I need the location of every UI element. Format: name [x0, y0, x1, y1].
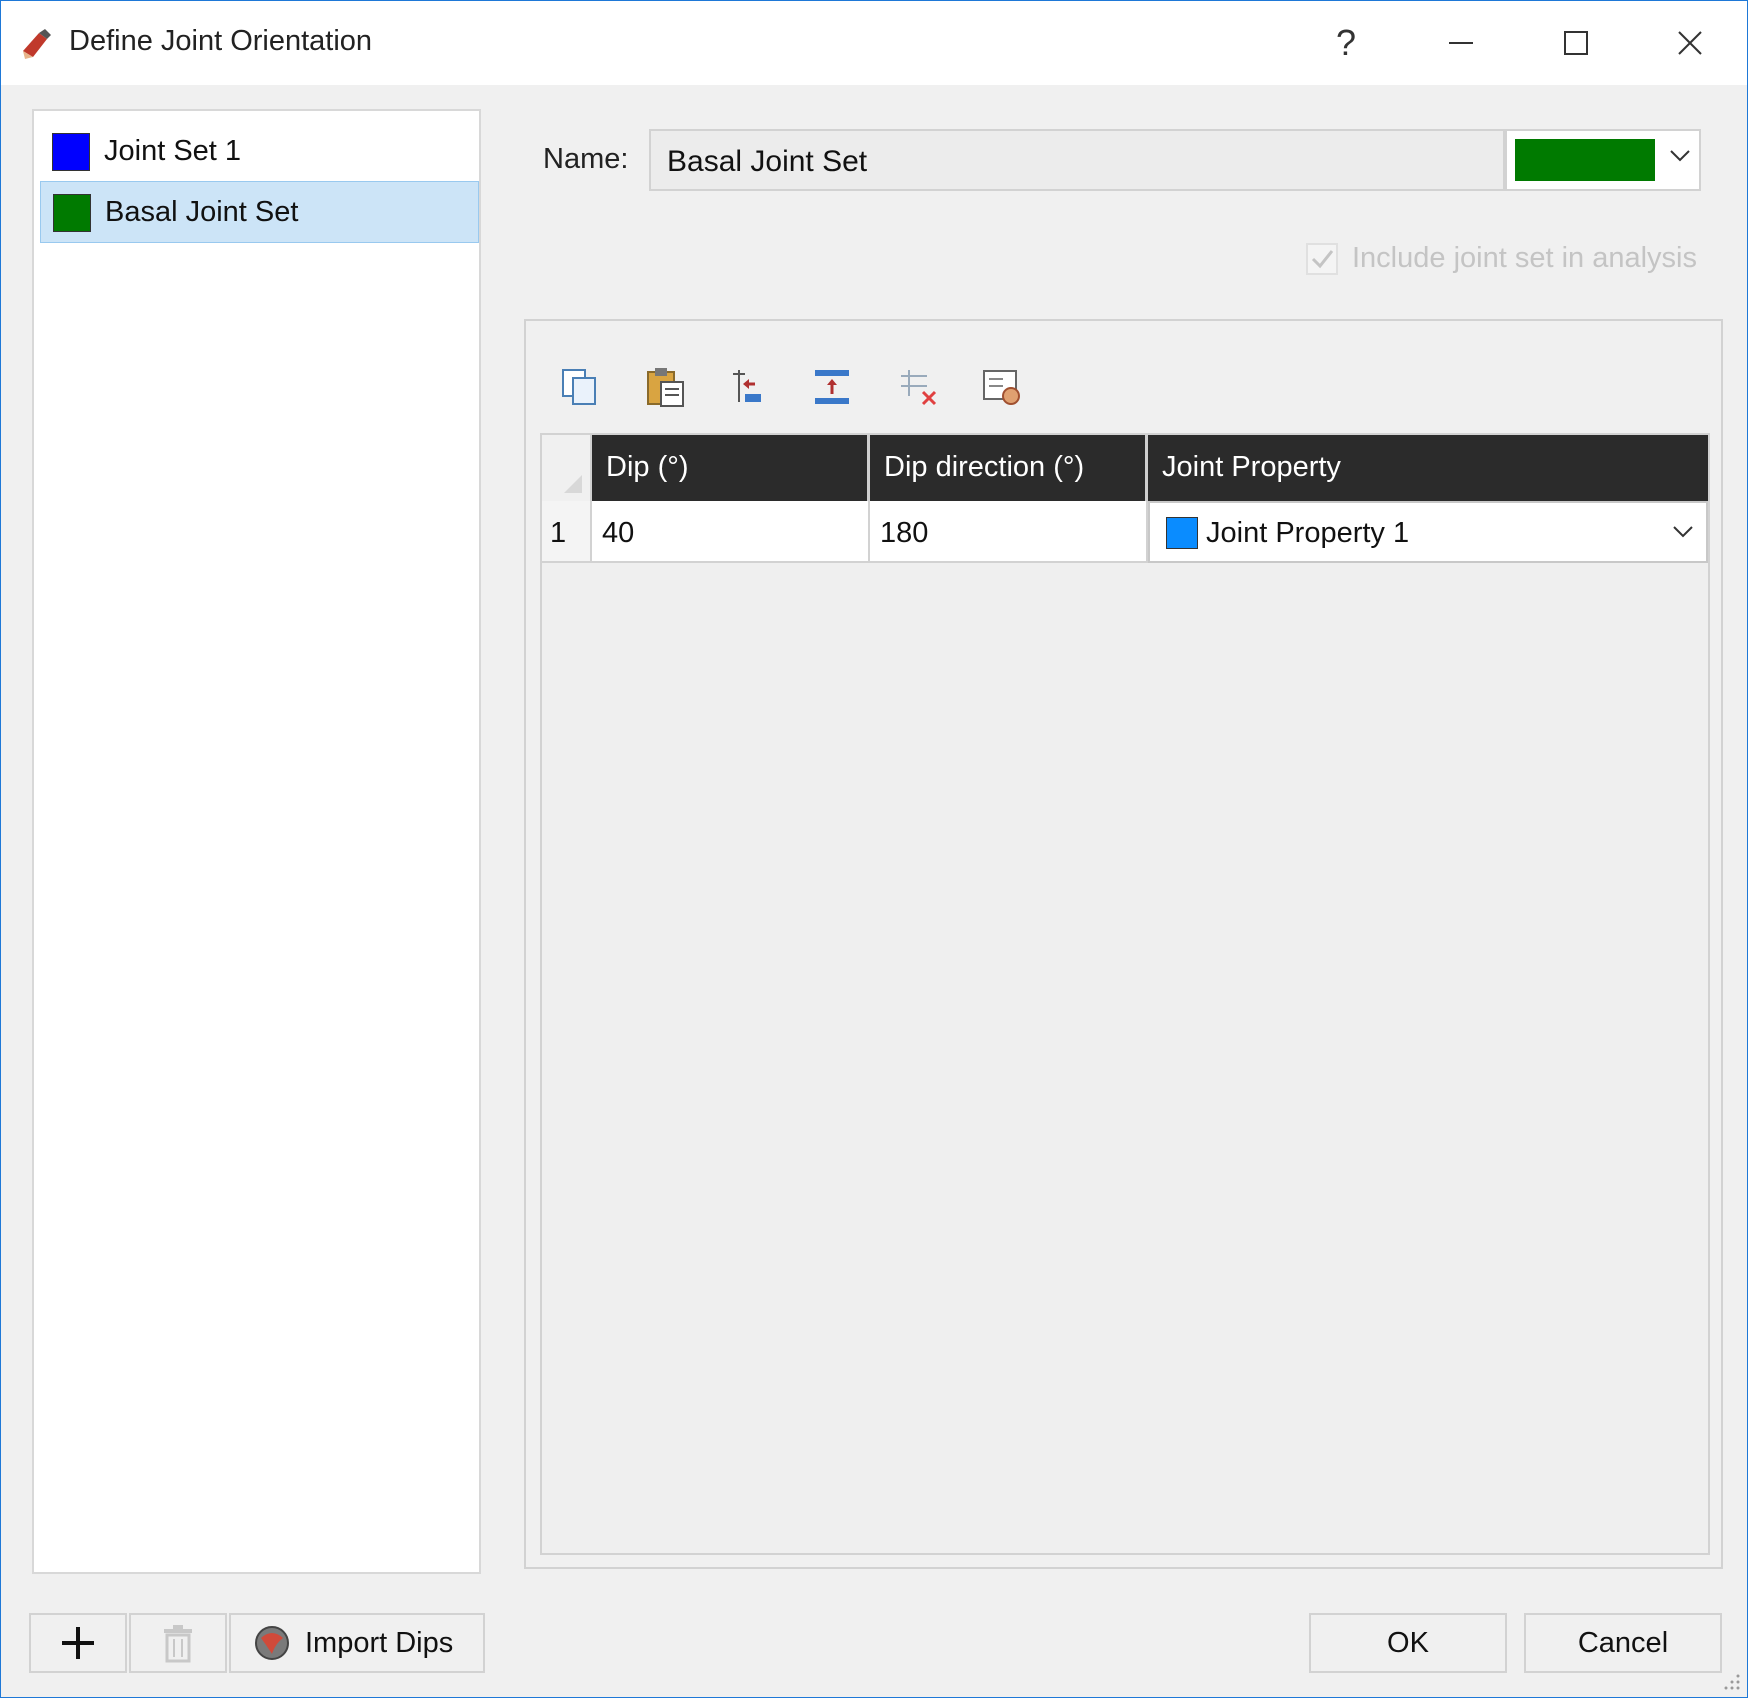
delete-rows-button[interactable] — [894, 363, 942, 411]
dip-cell[interactable]: 40 — [592, 501, 870, 563]
maximize-icon — [1564, 31, 1588, 55]
dip-direction-cell[interactable]: 180 — [870, 501, 1148, 563]
select-all-icon — [564, 475, 582, 493]
include-checkbox[interactable] — [1306, 243, 1338, 275]
properties-button[interactable] — [978, 363, 1026, 411]
joint-set-label: Basal Joint Set — [105, 196, 299, 228]
dips-globe-icon — [255, 1626, 289, 1660]
cancel-button[interactable]: Cancel — [1524, 1613, 1722, 1673]
import-dips-label: Import Dips — [305, 1626, 454, 1659]
title-bar: Define Joint Orientation ? — [1, 1, 1747, 85]
delete-rows-icon — [901, 370, 937, 406]
table-corner[interactable] — [542, 435, 592, 501]
maximize-button[interactable] — [1519, 1, 1633, 85]
paste-button[interactable] — [642, 363, 690, 411]
resize-grip-icon[interactable] — [1723, 1673, 1741, 1691]
import-rows-button[interactable] — [722, 363, 770, 411]
properties-icon — [983, 370, 1020, 405]
column-header-dip-direction[interactable]: Dip direction (°) — [870, 435, 1148, 501]
plus-icon — [62, 1627, 94, 1659]
joint-set-item-selected[interactable]: Basal Joint Set — [40, 181, 479, 243]
color-dropdown[interactable] — [1505, 129, 1701, 191]
include-checkbox-label: Include joint set in analysis — [1352, 242, 1697, 274]
minimize-icon — [1449, 42, 1473, 44]
joint-property-label: Joint Property 1 — [1206, 517, 1410, 549]
trash-icon — [164, 1625, 192, 1663]
joint-set-list[interactable]: Joint Set 1 Basal Joint Set — [32, 109, 481, 1574]
add-joint-set-button[interactable] — [29, 1613, 127, 1673]
chevron-down-icon — [1673, 526, 1693, 538]
close-icon — [1678, 31, 1702, 55]
column-header-dip[interactable]: Dip (°) — [592, 435, 870, 501]
ok-button[interactable]: OK — [1309, 1613, 1507, 1673]
close-button[interactable] — [1633, 1, 1747, 85]
selected-color-swatch — [1515, 139, 1655, 181]
delete-joint-set-button[interactable] — [129, 1613, 227, 1673]
name-label: Name: — [543, 143, 629, 175]
help-button[interactable]: ? — [1289, 1, 1403, 85]
insert-row-button[interactable] — [808, 363, 856, 411]
import-rows-icon — [733, 370, 761, 402]
app-icon — [23, 29, 51, 59]
paste-icon — [647, 368, 684, 407]
chevron-down-icon — [1670, 150, 1690, 162]
joint-property-swatch — [1166, 517, 1198, 549]
color-swatch — [52, 133, 90, 171]
column-header-joint-property[interactable]: Joint Property — [1148, 435, 1708, 501]
orientation-table[interactable]: Dip (°) Dip direction (°) Joint Property… — [540, 433, 1710, 1555]
dialog-window: Define Joint Orientation ? Joint Set 1 B… — [0, 0, 1748, 1698]
orientation-group: Dip (°) Dip direction (°) Joint Property… — [524, 319, 1723, 1569]
color-swatch — [53, 194, 91, 232]
joint-property-dropdown[interactable]: Joint Property 1 — [1148, 501, 1708, 563]
joint-set-label: Joint Set 1 — [104, 135, 242, 167]
joint-set-item[interactable]: Joint Set 1 — [40, 121, 479, 183]
checkmark-icon — [1311, 250, 1334, 269]
window-title: Define Joint Orientation — [69, 25, 373, 57]
copy-button[interactable] — [556, 363, 604, 411]
name-input[interactable]: Basal Joint Set — [649, 129, 1505, 191]
import-dips-button[interactable]: Import Dips — [229, 1613, 485, 1673]
insert-row-icon — [815, 370, 849, 404]
minimize-button[interactable] — [1404, 1, 1518, 85]
copy-icon — [562, 369, 596, 405]
row-number[interactable]: 1 — [542, 501, 592, 563]
